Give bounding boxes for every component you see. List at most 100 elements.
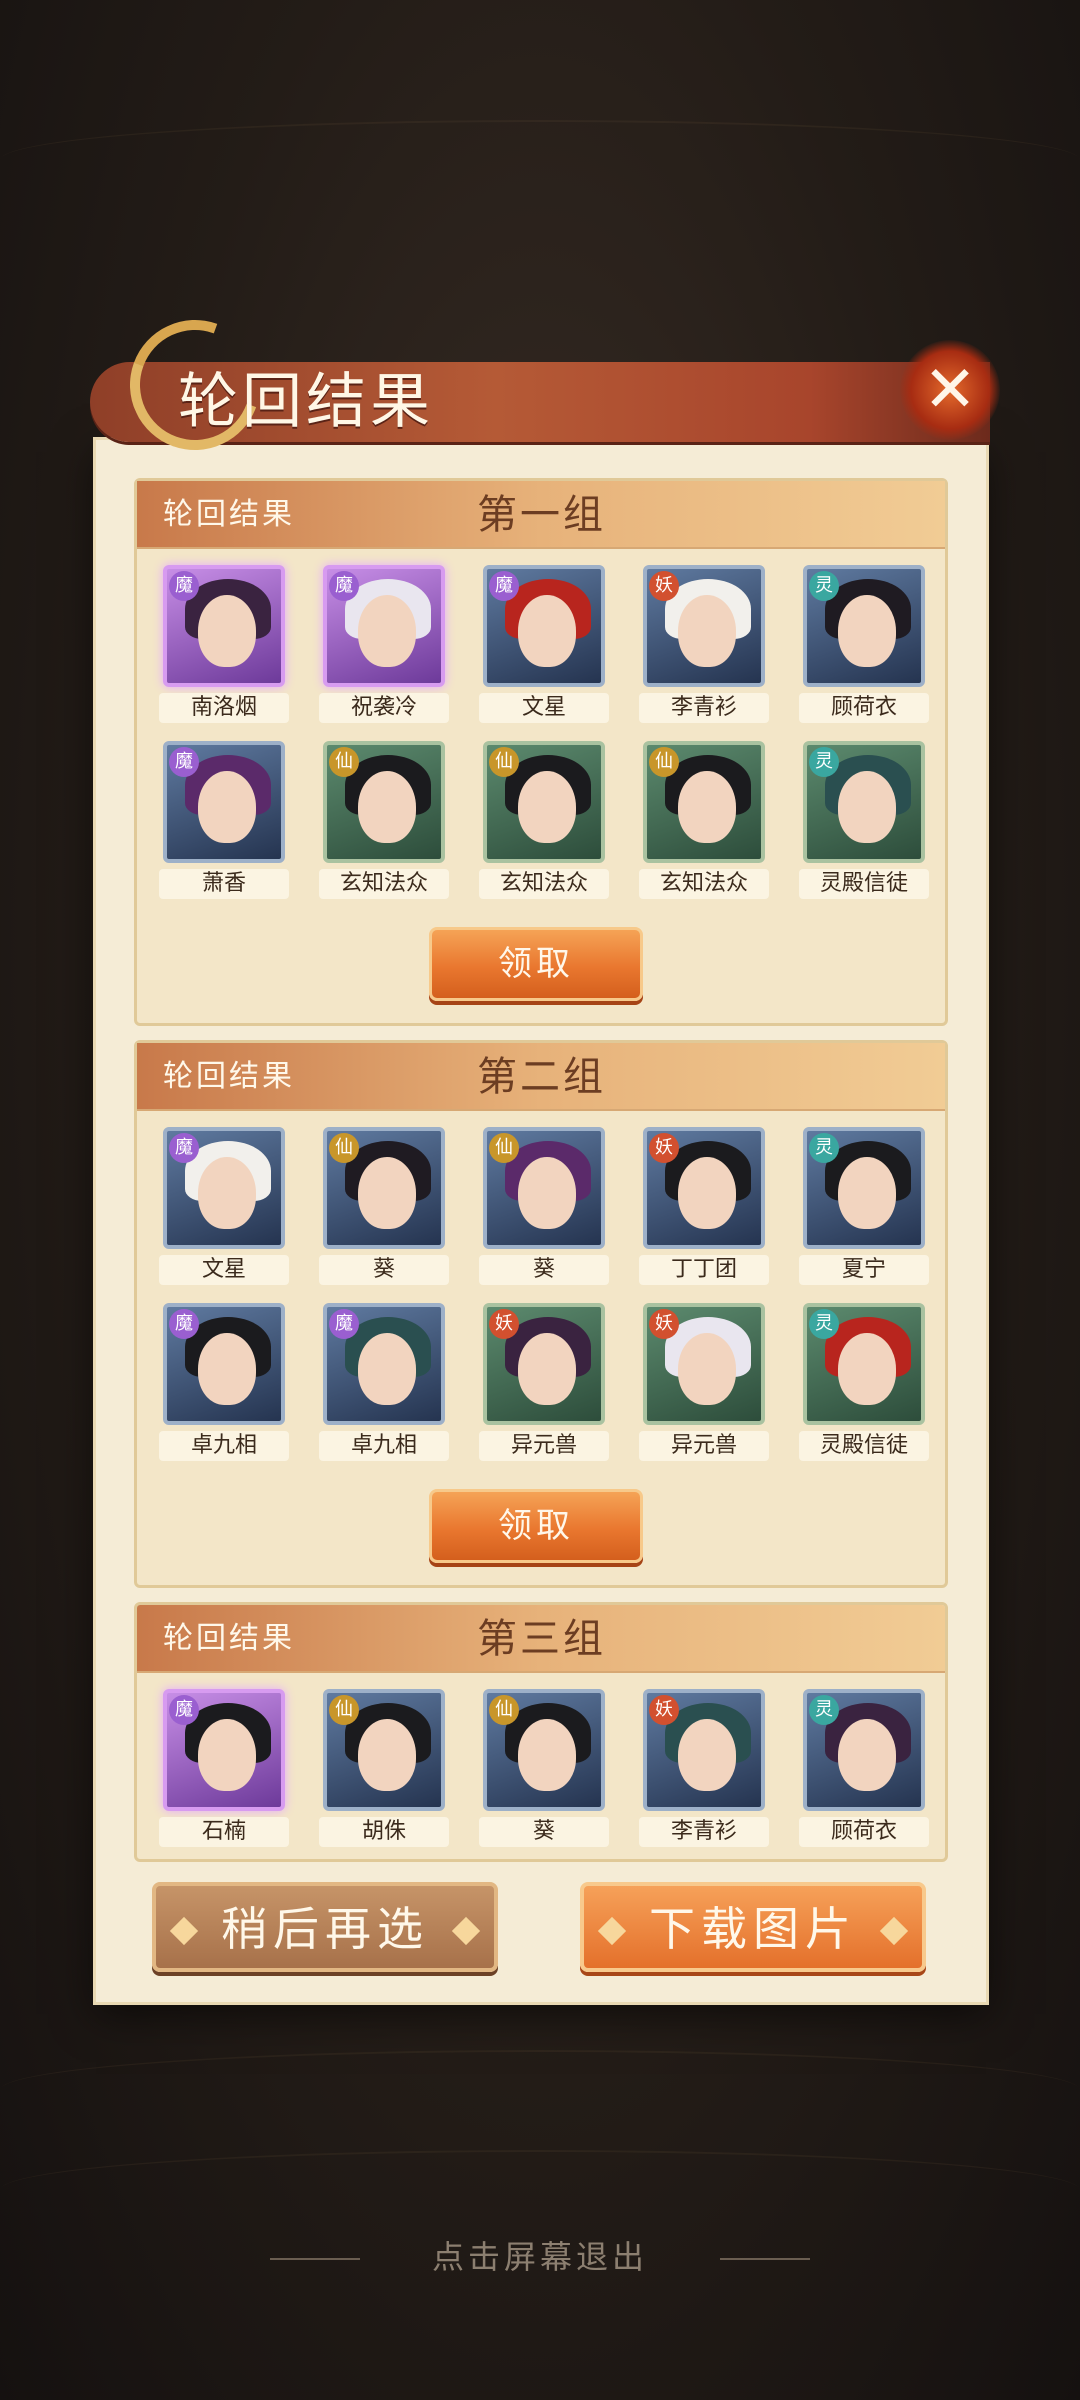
- choose-later-button[interactable]: 稍后再选: [152, 1882, 498, 1972]
- portrait-face: [678, 595, 736, 667]
- portrait-face: [678, 771, 736, 843]
- character-portrait: 灵: [803, 741, 925, 863]
- character-card[interactable]: 仙胡侏: [319, 1689, 449, 1847]
- diamond-ornament-icon: [597, 1916, 627, 1946]
- character-card[interactable]: 魔南洛烟: [159, 565, 289, 723]
- character-name: 玄知法众: [319, 869, 449, 899]
- character-card[interactable]: 灵灵殿信徒: [799, 1303, 929, 1461]
- portrait-face: [678, 1333, 736, 1405]
- portrait-face: [198, 1157, 256, 1229]
- portrait-face: [358, 1157, 416, 1229]
- close-icon: ✕: [923, 353, 977, 427]
- group-panel-2: 轮回结果 第二组 魔文星仙葵仙葵妖丁丁团灵夏宁魔卓九相魔卓九相妖异元兽妖异元兽灵…: [134, 1040, 948, 1588]
- character-name: 南洛烟: [159, 693, 289, 723]
- character-name: 文星: [479, 693, 609, 723]
- character-name: 文星: [159, 1255, 289, 1285]
- character-card[interactable]: 灵顾荷衣: [799, 565, 929, 723]
- character-name: 异元兽: [639, 1431, 769, 1461]
- character-portrait: 魔: [163, 1127, 285, 1249]
- group-label: 轮回结果: [163, 1059, 295, 1094]
- portrait-face: [198, 595, 256, 667]
- character-portrait: 仙: [643, 741, 765, 863]
- character-card[interactable]: 魔文星: [479, 565, 609, 723]
- character-name: 灵殿信徒: [799, 869, 929, 899]
- character-card[interactable]: 妖丁丁团: [639, 1127, 769, 1285]
- character-card[interactable]: 灵灵殿信徒: [799, 741, 929, 899]
- character-card[interactable]: 魔祝袭冷: [319, 565, 449, 723]
- faction-badge-icon: 仙: [329, 1695, 359, 1725]
- group-title: 第三组: [477, 1616, 606, 1662]
- portrait-face: [678, 1157, 736, 1229]
- character-portrait: 魔: [323, 565, 445, 687]
- portrait-face: [838, 771, 896, 843]
- portrait-face: [198, 771, 256, 843]
- character-name: 祝袭冷: [319, 693, 449, 723]
- character-card[interactable]: 仙葵: [319, 1127, 449, 1285]
- faction-badge-icon: 妖: [489, 1309, 519, 1339]
- faction-badge-icon: 妖: [649, 571, 679, 601]
- close-button[interactable]: ✕: [900, 340, 1000, 440]
- character-portrait: 魔: [483, 565, 605, 687]
- character-card[interactable]: 灵夏宁: [799, 1127, 929, 1285]
- character-name: 夏宁: [799, 1255, 929, 1285]
- character-card[interactable]: 魔萧香: [159, 741, 289, 899]
- download-image-label: 下载图片: [649, 1902, 857, 1956]
- character-card[interactable]: 魔文星: [159, 1127, 289, 1285]
- group-header: 轮回结果 第一组: [137, 481, 945, 549]
- group-title: 第二组: [477, 1054, 606, 1100]
- character-name: 葵: [479, 1817, 609, 1847]
- portrait-face: [518, 595, 576, 667]
- character-portrait: 魔: [163, 741, 285, 863]
- dialog-title: 轮回结果: [178, 367, 434, 437]
- claim-button[interactable]: 领取: [429, 1489, 643, 1563]
- faction-badge-icon: 魔: [169, 747, 199, 777]
- character-name: 李青衫: [639, 1817, 769, 1847]
- character-portrait: 魔: [163, 1689, 285, 1811]
- faction-badge-icon: 魔: [329, 571, 359, 601]
- character-name: 顾荷衣: [799, 693, 929, 723]
- portrait-face: [838, 595, 896, 667]
- character-card[interactable]: 妖异元兽: [639, 1303, 769, 1461]
- character-name: 葵: [319, 1255, 449, 1285]
- diamond-ornament-icon: [879, 1916, 909, 1946]
- portrait-face: [518, 1157, 576, 1229]
- group-title: 第一组: [477, 492, 606, 538]
- character-name: 顾荷衣: [799, 1817, 929, 1847]
- portrait-face: [838, 1333, 896, 1405]
- download-image-button[interactable]: 下载图片: [580, 1882, 926, 1972]
- character-card[interactable]: 仙玄知法众: [639, 741, 769, 899]
- character-card[interactable]: 仙葵: [479, 1127, 609, 1285]
- character-portrait: 妖: [643, 565, 765, 687]
- faction-badge-icon: 仙: [489, 747, 519, 777]
- character-card[interactable]: 妖李青衫: [639, 1689, 769, 1847]
- portrait-face: [678, 1719, 736, 1791]
- portrait-face: [838, 1157, 896, 1229]
- claim-button[interactable]: 领取: [429, 927, 643, 1001]
- character-card[interactable]: 魔卓九相: [319, 1303, 449, 1461]
- character-card[interactable]: 妖李青衫: [639, 565, 769, 723]
- faction-badge-icon: 妖: [649, 1309, 679, 1339]
- character-card[interactable]: 仙玄知法众: [319, 741, 449, 899]
- character-card[interactable]: 灵顾荷衣: [799, 1689, 929, 1847]
- faction-badge-icon: 魔: [169, 1309, 199, 1339]
- character-card[interactable]: 妖异元兽: [479, 1303, 609, 1461]
- group-label: 轮回结果: [163, 1621, 295, 1656]
- faction-badge-icon: 魔: [489, 571, 519, 601]
- character-card[interactable]: 仙玄知法众: [479, 741, 609, 899]
- portrait-face: [838, 1719, 896, 1791]
- character-portrait: 仙: [483, 741, 605, 863]
- exit-hint[interactable]: 点击屏幕退出: [0, 2232, 1080, 2278]
- character-card[interactable]: 仙葵: [479, 1689, 609, 1847]
- group-label: 轮回结果: [163, 497, 295, 532]
- character-portrait: 仙: [323, 1689, 445, 1811]
- character-portrait: 灵: [803, 565, 925, 687]
- character-portrait: 妖: [643, 1303, 765, 1425]
- character-portrait: 灵: [803, 1303, 925, 1425]
- character-card[interactable]: 魔石楠: [159, 1689, 289, 1847]
- faction-badge-icon: 仙: [649, 747, 679, 777]
- diamond-ornament-icon: [451, 1916, 481, 1946]
- background-wave: [0, 2050, 1080, 2130]
- faction-badge-icon: 仙: [489, 1133, 519, 1163]
- portrait-face: [358, 771, 416, 843]
- character-card[interactable]: 魔卓九相: [159, 1303, 289, 1461]
